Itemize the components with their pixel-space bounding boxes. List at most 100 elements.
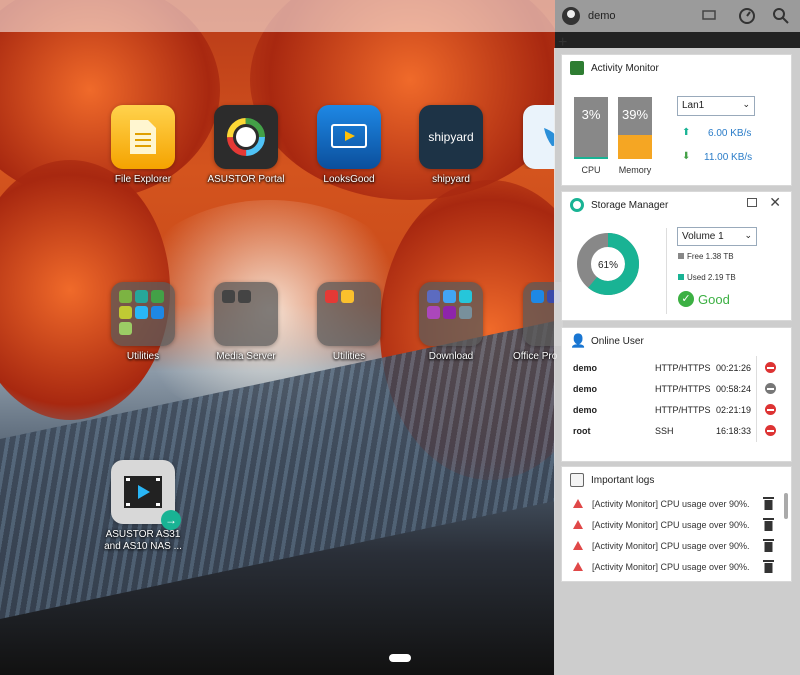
log-entry: [Activity Monitor] CPU usage over 90%. (573, 558, 778, 579)
user-name: demo (573, 363, 598, 373)
trash-icon[interactable] (763, 517, 774, 531)
folder-label: Utilities (332, 351, 366, 362)
storage-manager-title: Storage Manager (591, 199, 669, 211)
online-user-widget: 👤 Online User demo HTTP/HTTPS 00:21:26 d… (561, 327, 792, 462)
app-asustor-portal[interactable]: ASUSTOR Portal (196, 105, 296, 186)
app-shipyard[interactable]: shipyard shipyard (401, 105, 501, 186)
log-entry: [Activity Monitor] CPU usage over 90%. (573, 495, 778, 516)
storage-manager-widget: Storage Manager ✕ 61% Volume 1 ⌄ Free 1.… (561, 191, 792, 321)
log-entry: [Activity Monitor] CPU usage over 90%. (573, 516, 778, 537)
free-swatch (678, 253, 684, 259)
online-user-row: demo HTTP/HTTPS 00:58:24 (573, 379, 787, 400)
close-icon[interactable]: ✕ (769, 194, 781, 211)
shipyard-icon-text: shipyard (428, 130, 474, 144)
log-text: [Activity Monitor] CPU usage over 90%. (592, 520, 750, 530)
trash-icon[interactable] (763, 538, 774, 552)
app-label: shipyard (432, 174, 470, 185)
user-protocol: HTTP/HTTPS (655, 405, 711, 415)
cpu-label: CPU (581, 165, 601, 175)
warning-icon (573, 541, 583, 550)
app-label: ASUSTOR Portal (207, 174, 285, 185)
upload-arrow-icon: ⬆ (682, 127, 691, 138)
important-logs-title: Important logs (591, 474, 655, 486)
shortcut-arrow-icon: → (161, 510, 181, 530)
chevron-down-icon: ⌄ (742, 99, 750, 109)
folder-label: Download (428, 351, 474, 362)
file-explorer-icon (111, 105, 175, 169)
top-bar (0, 0, 800, 32)
folder-utilities[interactable]: Utilities (93, 282, 193, 363)
user-avatar-icon (562, 7, 580, 25)
disconnect-user-button[interactable] (765, 362, 776, 373)
activity-monitor-widget: Activity Monitor 3% CPU 39% Memory Lan1 … (561, 54, 792, 186)
volume-select[interactable]: Volume 1 ⌄ (677, 227, 757, 246)
chevron-down-icon: ⌄ (744, 230, 752, 240)
bird-icon (523, 105, 555, 169)
download-arrow-icon: ⬇ (682, 151, 691, 162)
user-time: 00:21:26 (716, 363, 752, 373)
used-swatch (678, 274, 684, 280)
username: demo (588, 10, 616, 22)
trash-icon[interactable] (763, 559, 774, 573)
activity-monitor-title: Activity Monitor (591, 62, 659, 74)
app-looksgood[interactable]: LooksGood (299, 105, 399, 186)
folder-label: Utilities (126, 351, 160, 362)
check-icon: ✓ (678, 291, 694, 307)
cpu-bar-fill (574, 157, 608, 159)
folder-icon (419, 282, 483, 346)
search-icon[interactable] (772, 7, 790, 25)
maximize-icon[interactable] (747, 198, 757, 207)
cpu-bar: 3% (574, 97, 608, 159)
trash-icon[interactable] (763, 496, 774, 510)
disconnect-user-button[interactable] (765, 404, 776, 415)
log-text: [Activity Monitor] CPU usage over 90%. (592, 541, 750, 551)
user-menu[interactable]: demo (562, 7, 616, 25)
disconnect-user-button[interactable] (765, 425, 776, 436)
disconnect-user-button[interactable] (765, 383, 776, 394)
folder-icon (111, 282, 175, 346)
warning-icon (573, 499, 583, 508)
online-user-title: Online User (591, 335, 644, 347)
shipyard-icon: shipyard (419, 105, 483, 169)
log-entry: [Activity Monitor] CPU usage over 90%. (573, 537, 778, 558)
download-speed: 11.00 KB/s (704, 152, 753, 163)
memory-label: Memory (618, 165, 652, 175)
folder-utilities-2[interactable]: Utilities (299, 282, 399, 363)
storage-free-label: Free 1.38 TB (687, 252, 734, 261)
video-shortcut[interactable]: → ASUSTOR AS31 and AS10 NAS ... (93, 460, 193, 553)
activity-monitor-icon (570, 61, 584, 75)
app-partial[interactable] (503, 105, 555, 169)
app-label: LooksGood (323, 174, 375, 185)
home-indicator[interactable] (389, 654, 411, 662)
video-label-line2: and AS10 NAS ... (104, 541, 182, 552)
looksgood-play-icon (317, 105, 381, 169)
upload-speed: 6.00 KB/s (708, 128, 752, 139)
user-time: 02:21:19 (716, 405, 752, 415)
online-user-row: demo HTTP/HTTPS 02:21:19 (573, 400, 787, 421)
storage-status-text: Good (698, 291, 730, 307)
storage-used-label: Used 2.19 TB (687, 273, 736, 282)
dashboard-gauge-icon[interactable] (738, 7, 756, 25)
important-logs-widget: Important logs [Activity Monitor] CPU us… (561, 466, 792, 582)
interface-value: Lan1 (682, 100, 705, 111)
storage-manager-icon (570, 198, 584, 212)
user-protocol: HTTP/HTTPS (655, 363, 711, 373)
interface-select[interactable]: Lan1 ⌄ (677, 96, 755, 116)
notification-icon[interactable] (700, 7, 718, 25)
folder-media-server[interactable]: Media Server (196, 282, 296, 363)
online-user-row: demo HTTP/HTTPS 00:21:26 (573, 358, 787, 379)
clipboard-icon (570, 473, 584, 487)
user-protocol: HTTP/HTTPS (655, 384, 711, 394)
user-icon: 👤 (570, 333, 587, 348)
app-file-explorer[interactable]: File Explorer (93, 105, 193, 186)
storage-free: Free 1.38 TB (678, 252, 734, 261)
user-name: demo (573, 384, 598, 394)
app-label: File Explorer (114, 174, 172, 185)
storage-used: Used 2.19 TB (678, 273, 736, 282)
user-time: 00:58:24 (716, 384, 752, 394)
online-user-row: root SSH 16:18:33 (573, 421, 787, 442)
memory-value: 39% (621, 107, 649, 122)
logs-scrollbar[interactable] (784, 493, 788, 519)
user-protocol: SSH (655, 426, 674, 436)
folder-download[interactable]: Download (401, 282, 501, 363)
